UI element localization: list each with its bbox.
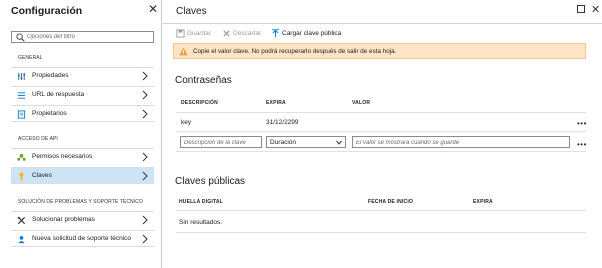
row-divider <box>176 131 586 132</box>
nav-item-required-permissions[interactable]: Permisos necesarios <box>11 148 154 165</box>
warning-text: Copie el valor clave. No podrá recuperar… <box>193 48 397 55</box>
column-header-description: DESCRIPCIÓN <box>181 100 218 106</box>
nav-item-keys[interactable]: Claves <box>11 167 154 184</box>
section-header-api-access: ACCESO DE API <box>18 136 58 142</box>
chevron-right-icon <box>142 109 148 119</box>
column-header-thumbprint: HUELLA DIGITAL <box>179 199 223 205</box>
chevron-right-icon <box>142 215 148 225</box>
nav-item-new-support-request[interactable]: Nueva solicitud de soporte técnico <box>11 230 154 247</box>
close-icon[interactable]: ✕ <box>148 2 158 16</box>
reply-url-icon <box>17 92 26 99</box>
nav-label-properties: Propiedades <box>32 72 69 79</box>
nav-item-owners[interactable]: Propietarios <box>11 105 154 122</box>
nav-item-troubleshoot[interactable]: Solucionar problemas <box>11 211 154 228</box>
warning-banner: Copie el valor clave. No podrá recuperar… <box>173 43 586 59</box>
upload-public-key-label: Cargar clave pública <box>282 30 342 37</box>
maximize-icon[interactable] <box>577 5 585 15</box>
save-icon <box>176 29 185 38</box>
settings-panel: Configuración ✕ GENERAL Propiedades URL … <box>0 0 162 268</box>
duration-select[interactable]: Duración <box>266 136 346 148</box>
chevron-right-icon <box>142 90 148 100</box>
nav-label-troubleshoot: Solucionar problemas <box>32 216 95 223</box>
nav-label-keys: Claves <box>32 172 52 179</box>
password-row-expires: 31/12/2299 <box>266 119 299 126</box>
header-divider <box>176 112 586 113</box>
keys-blade: Claves ✕ Guardar Descartar Cargar clave … <box>163 0 602 268</box>
chevron-right-icon <box>142 71 148 81</box>
nav-item-properties[interactable]: Propiedades <box>11 67 154 84</box>
filter-box[interactable] <box>11 31 154 43</box>
chevron-right-icon <box>142 234 148 244</box>
warning-icon <box>179 47 188 56</box>
row-more-icon[interactable]: ••• <box>577 120 587 128</box>
nav-label-owners: Propietarios <box>32 110 67 117</box>
chevron-down-icon <box>336 140 342 145</box>
owners-icon <box>17 110 26 119</box>
column-header-expires: EXPIRA <box>473 199 493 205</box>
close-icon[interactable]: ✕ <box>591 3 600 16</box>
key-value-input[interactable] <box>356 138 566 147</box>
discard-icon <box>223 30 230 37</box>
discard-label: Descartar <box>233 30 262 37</box>
key-description-field[interactable] <box>180 136 262 148</box>
section-header-general: GENERAL <box>18 55 43 61</box>
row-more-icon[interactable]: ••• <box>577 141 587 149</box>
column-header-start-date: FECHA DE INICIO <box>368 199 414 205</box>
password-row-description: key <box>181 119 192 126</box>
chevron-right-icon <box>142 171 148 181</box>
passwords-title: Contraseñas <box>175 75 232 86</box>
column-header-expires: EXPIRA <box>266 100 286 106</box>
section-header-troubleshooting: SOLUCIÓN DE PROBLEMAS Y SOPORTE TÉCNICO <box>18 199 143 205</box>
key-icon <box>19 172 24 181</box>
nav-item-reply-url[interactable]: URL de respuesta <box>11 86 154 103</box>
public-keys-title: Claves públicas <box>175 176 246 187</box>
properties-icon <box>17 72 26 81</box>
duration-value: Duración <box>270 139 297 146</box>
key-value-field[interactable] <box>352 136 570 148</box>
empty-results-text: Sin resultados. <box>179 219 222 226</box>
key-description-input[interactable] <box>184 138 258 147</box>
support-request-icon <box>18 236 25 244</box>
nav-label-required-permissions: Permisos necesarios <box>32 153 93 160</box>
nav-label-new-support-request: Nueva solicitud de soporte técnico <box>32 235 132 242</box>
row-divider <box>176 232 586 233</box>
save-label: Guardar <box>187 30 211 37</box>
upload-icon <box>271 29 280 38</box>
chevron-right-icon <box>142 152 148 162</box>
row-divider <box>176 151 586 152</box>
title-divider <box>163 23 602 24</box>
permissions-icon <box>17 153 26 161</box>
column-header-value: VALOR <box>352 100 371 106</box>
search-icon <box>16 33 25 42</box>
header-divider <box>176 210 586 211</box>
page-title: Claves <box>176 6 207 17</box>
nav-label-reply-url: URL de respuesta <box>32 91 85 98</box>
filter-input[interactable] <box>27 32 151 42</box>
troubleshoot-icon <box>17 216 26 225</box>
settings-title: Configuración <box>11 5 83 17</box>
